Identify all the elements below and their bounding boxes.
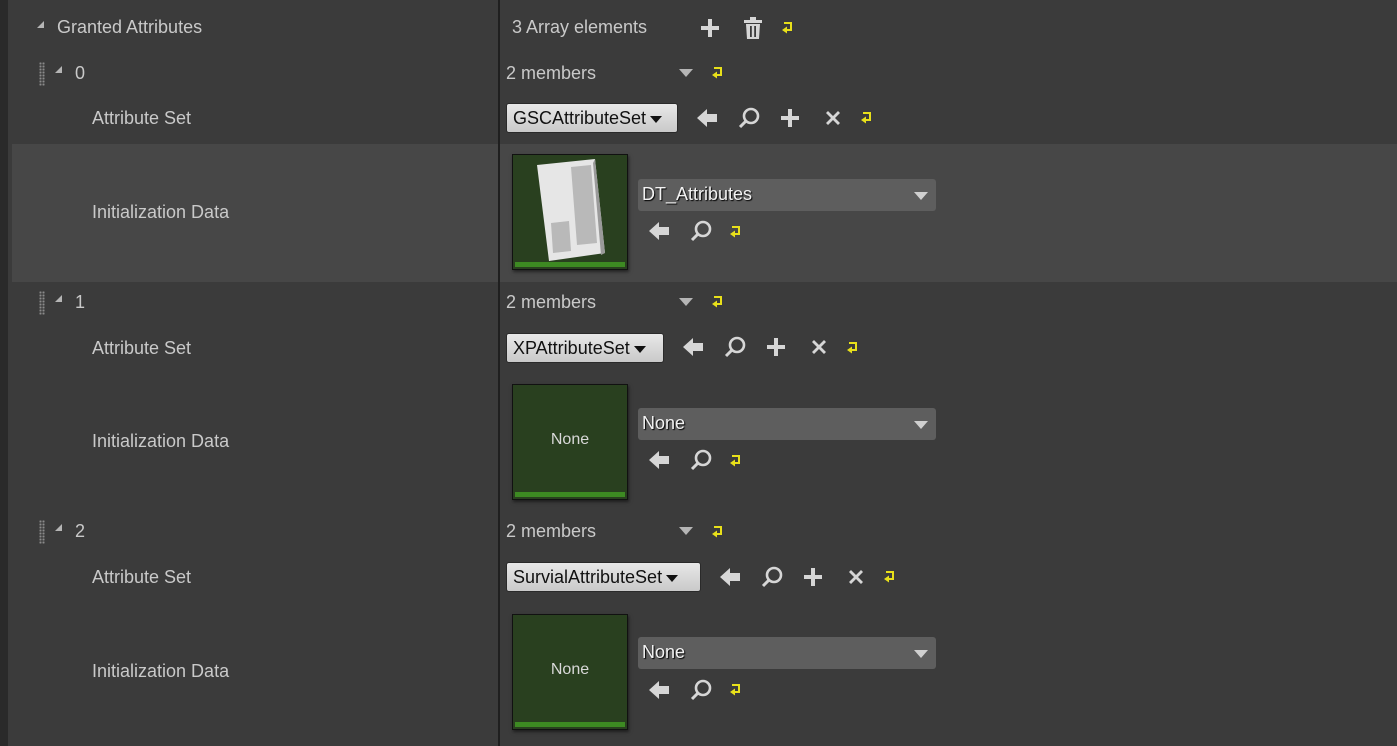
members-count: 2 members <box>506 292 597 312</box>
asset-picker-value: None <box>642 413 686 433</box>
asset-thumbnail[interactable]: None <box>512 614 628 730</box>
chevron-down-icon <box>650 115 663 123</box>
x-icon[interactable] <box>844 565 868 589</box>
members-count: 2 members <box>506 63 597 83</box>
asset-thumbnail[interactable] <box>512 154 628 270</box>
chevron-down-icon <box>666 574 679 582</box>
reset-arrow-icon[interactable] <box>860 111 874 125</box>
attribute-set-combo[interactable]: SurvialAttributeSet <box>506 562 701 592</box>
thumbnail-none-text: None <box>550 431 590 448</box>
attribute-set-value: GSCAttributeSet <box>513 108 647 128</box>
magnifier-icon[interactable] <box>760 565 784 589</box>
thumbnail-none-text: None <box>550 661 590 678</box>
left-arrow-icon[interactable] <box>647 219 671 243</box>
collapse-triangle-icon[interactable] <box>55 524 62 531</box>
asset-type-bar <box>515 262 625 267</box>
datatable-icon <box>537 159 605 261</box>
plus-icon[interactable] <box>698 16 722 40</box>
reset-arrow-icon[interactable] <box>883 570 897 584</box>
initialization-data-label: Initialization Data <box>92 431 230 451</box>
attribute-set-label: Attribute Set <box>92 567 192 587</box>
attribute-set-value: XPAttributeSet <box>513 338 630 358</box>
attribute-set-value: SurvialAttributeSet <box>513 567 663 587</box>
magnifier-icon[interactable] <box>689 219 713 243</box>
reset-arrow-icon[interactable] <box>846 341 860 355</box>
asset-picker-value: None <box>642 642 686 662</box>
reset-arrow-icon[interactable] <box>711 525 725 539</box>
reset-arrow-icon[interactable] <box>711 295 725 309</box>
magnifier-icon[interactable] <box>689 448 713 472</box>
array-count: 3 Array elements <box>512 17 648 37</box>
chevron-down-icon[interactable] <box>679 298 693 306</box>
initialization-data-label: Initialization Data <box>92 202 230 222</box>
property-label: Granted Attributes <box>57 17 203 37</box>
chevron-down-icon <box>914 421 928 429</box>
asset-picker[interactable]: None <box>638 637 936 669</box>
element-index: 2 <box>75 521 86 541</box>
reset-arrow-icon[interactable] <box>711 66 725 80</box>
asset-picker[interactable]: None <box>638 408 936 440</box>
plus-icon[interactable] <box>801 565 825 589</box>
attribute-set-label: Attribute Set <box>92 108 192 128</box>
x-icon[interactable] <box>821 106 845 130</box>
attribute-set-label: Attribute Set <box>92 338 192 358</box>
chevron-down-icon[interactable] <box>679 527 693 535</box>
attribute-set-combo[interactable]: GSCAttributeSet <box>506 103 678 133</box>
chevron-down-icon <box>914 192 928 200</box>
element-index: 0 <box>75 63 86 83</box>
left-arrow-icon[interactable] <box>647 678 671 702</box>
left-arrow-icon[interactable] <box>681 335 705 359</box>
element-index: 1 <box>75 292 86 312</box>
attribute-set-combo[interactable]: XPAttributeSet <box>506 333 664 363</box>
initialization-data-label: Initialization Data <box>92 661 230 681</box>
reset-arrow-icon[interactable] <box>781 21 795 35</box>
reset-arrow-icon[interactable] <box>729 683 743 697</box>
drag-handle[interactable] <box>39 520 45 544</box>
reset-arrow-icon[interactable] <box>729 225 743 239</box>
asset-type-bar <box>515 722 625 727</box>
plus-icon[interactable] <box>764 335 788 359</box>
trash-icon[interactable] <box>741 16 765 40</box>
magnifier-icon[interactable] <box>689 678 713 702</box>
asset-thumbnail[interactable]: None <box>512 384 628 500</box>
drag-handle[interactable] <box>39 291 45 315</box>
x-icon[interactable] <box>807 335 831 359</box>
left-arrow-icon[interactable] <box>647 448 671 472</box>
magnifier-icon[interactable] <box>737 106 761 130</box>
chevron-down-icon[interactable] <box>679 69 693 77</box>
left-arrow-icon[interactable] <box>718 565 742 589</box>
left-gutter <box>0 0 8 746</box>
plus-icon[interactable] <box>778 106 802 130</box>
members-count: 2 members <box>506 521 597 541</box>
asset-picker-value: DT_Attributes <box>642 184 753 204</box>
magnifier-icon[interactable] <box>723 335 747 359</box>
column-splitter[interactable] <box>498 0 500 746</box>
asset-type-bar <box>515 492 625 497</box>
collapse-triangle-icon[interactable] <box>37 21 44 28</box>
left-arrow-icon[interactable] <box>695 106 719 130</box>
chevron-down-icon <box>633 345 646 353</box>
collapse-triangle-icon[interactable] <box>55 66 62 73</box>
drag-handle[interactable] <box>39 62 45 86</box>
collapse-triangle-icon[interactable] <box>55 295 62 302</box>
chevron-down-icon <box>914 650 928 658</box>
reset-arrow-icon[interactable] <box>729 454 743 468</box>
asset-picker[interactable]: DT_Attributes <box>638 179 936 211</box>
